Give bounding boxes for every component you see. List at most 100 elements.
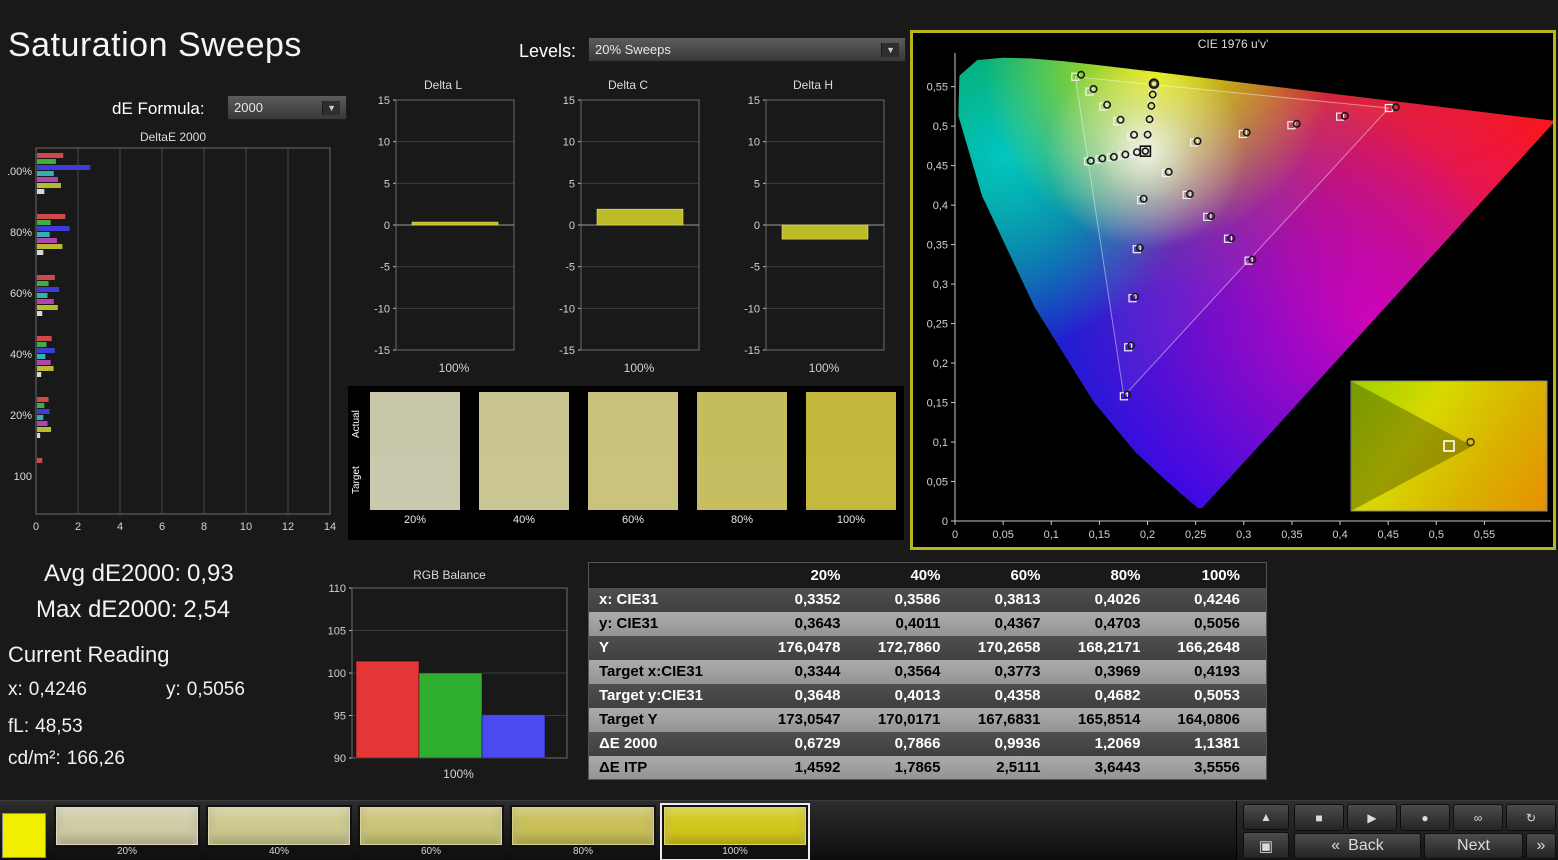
column-header: 80% bbox=[1066, 562, 1167, 588]
svg-text:40%: 40% bbox=[10, 349, 32, 361]
row-label: Target y:CIE31 bbox=[588, 683, 767, 708]
row-label: Y bbox=[588, 635, 767, 660]
current-y: y: 0,5056 bbox=[166, 679, 251, 701]
column-header: 100% bbox=[1166, 562, 1267, 588]
cell: 0,4703 bbox=[1066, 611, 1167, 636]
svg-text:0: 0 bbox=[952, 529, 958, 541]
svg-text:15: 15 bbox=[378, 95, 390, 107]
x-label: x: bbox=[8, 679, 23, 700]
back-label: Back bbox=[1348, 837, 1384, 854]
loop-button[interactable]: ∞ bbox=[1453, 804, 1503, 831]
level-swatch-label: 40% bbox=[268, 846, 289, 857]
levels-label: Levels: bbox=[519, 41, 577, 61]
stop-button[interactable]: ■ bbox=[1294, 804, 1344, 831]
table-row: y: CIE31 0,3643 0,4011 0,4367 0,4703 0,5056 bbox=[588, 611, 1267, 636]
de-formula-select[interactable]: 2000 ▼ bbox=[227, 95, 347, 120]
app-root: Saturation Sweeps Levels: 20% Sweeps ▼ d… bbox=[0, 0, 1558, 860]
cell: 0,3643 bbox=[766, 611, 867, 636]
table-row: Y 176,0478 172,7860 170,2658 168,2171 166,264… bbox=[588, 635, 1267, 660]
max-de2000: Max dE2000: 2,54 bbox=[36, 596, 236, 624]
level-swatch-label: 100% bbox=[722, 846, 748, 857]
target-label: Target bbox=[351, 466, 362, 494]
back-button[interactable]: « Back bbox=[1294, 833, 1421, 859]
cell: 165,8514 bbox=[1066, 707, 1167, 732]
svg-text:0,05: 0,05 bbox=[992, 529, 1013, 541]
cell: 0,9936 bbox=[966, 731, 1067, 756]
svg-text:80%: 80% bbox=[10, 227, 32, 239]
cell: 0,3352 bbox=[766, 587, 867, 612]
cell: 0,7866 bbox=[866, 731, 967, 756]
cell: 0,4358 bbox=[966, 683, 1067, 708]
target-swatch bbox=[588, 456, 678, 510]
expand-button[interactable]: ▲ bbox=[1243, 804, 1289, 830]
svg-text:5: 5 bbox=[384, 178, 390, 190]
actual-target-swatch-panel: Actual Target 20% 40% 60% 80% 100% bbox=[348, 386, 904, 540]
cell: 0,6729 bbox=[766, 731, 867, 756]
cell: 1,4592 bbox=[766, 755, 867, 780]
level-swatch-label: 60% bbox=[420, 846, 441, 857]
next-button[interactable]: Next bbox=[1424, 833, 1523, 859]
delta-l-xlabel: 100% bbox=[438, 361, 470, 375]
delta-l-plot: 15 10 5 0 -5 -10 -15 bbox=[374, 95, 515, 357]
svg-text:0,25: 0,25 bbox=[1185, 529, 1206, 541]
swatch-80% bbox=[697, 392, 787, 510]
svg-text:0,25: 0,25 bbox=[927, 319, 948, 331]
level-swatch-20%[interactable]: 20% bbox=[54, 805, 200, 859]
level-swatch-color bbox=[56, 807, 198, 845]
svg-text:0,55: 0,55 bbox=[1474, 529, 1495, 541]
svg-text:5: 5 bbox=[569, 178, 575, 190]
level-swatch-color bbox=[664, 807, 806, 845]
de-formula-label: dE Formula: bbox=[112, 99, 205, 118]
actual-swatch bbox=[697, 392, 787, 456]
record-button[interactable]: ● bbox=[1400, 804, 1450, 831]
levels-select[interactable]: 20% Sweeps ▼ bbox=[588, 37, 906, 62]
column-header: 20% bbox=[766, 562, 867, 588]
max-de2000-label: Max dE2000: bbox=[36, 596, 178, 623]
cell: 1,1381 bbox=[1166, 731, 1267, 756]
rgb-balance-xlabel: 100% bbox=[443, 767, 474, 781]
bar-group-100 bbox=[37, 458, 43, 463]
cell: 172,7860 bbox=[866, 635, 967, 660]
cell: 173,0547 bbox=[766, 707, 867, 732]
cell: 167,6831 bbox=[966, 707, 1067, 732]
table-row: Target Y 173,0547 170,0171 167,6831 165,8514… bbox=[588, 707, 1267, 732]
svg-text:0,35: 0,35 bbox=[927, 240, 948, 252]
swatch-label: 60% bbox=[621, 514, 645, 526]
next-chevron-button[interactable]: » bbox=[1526, 833, 1556, 859]
level-swatch-80%[interactable]: 80% bbox=[510, 805, 656, 859]
svg-text:0,3: 0,3 bbox=[1236, 529, 1251, 541]
chevrons-left-icon: « bbox=[1331, 837, 1341, 854]
svg-text:10: 10 bbox=[378, 137, 390, 149]
cell: 0,4026 bbox=[1066, 587, 1167, 612]
refresh-button[interactable]: ↻ bbox=[1506, 804, 1556, 831]
svg-text:0,2: 0,2 bbox=[933, 358, 948, 370]
actual-swatch bbox=[479, 392, 569, 456]
red-bar bbox=[355, 660, 420, 759]
delta-h-chart: Delta H 15 10 5 0 -5 -10 -15 100% bbox=[738, 78, 888, 378]
svg-text:10: 10 bbox=[563, 137, 575, 149]
cell: 1,2069 bbox=[1066, 731, 1167, 756]
level-swatch-40%[interactable]: 40% bbox=[206, 805, 352, 859]
chevrons-right-icon: » bbox=[1536, 837, 1546, 854]
level-swatch-color bbox=[208, 807, 350, 845]
swatch-20% bbox=[370, 392, 460, 510]
svg-text:60%: 60% bbox=[10, 288, 32, 300]
actual-swatch bbox=[370, 392, 460, 456]
swatch-40% bbox=[479, 392, 569, 510]
play-button[interactable]: ▶ bbox=[1347, 804, 1397, 831]
row-label: Target x:CIE31 bbox=[588, 659, 767, 684]
svg-text:0,1: 0,1 bbox=[1044, 529, 1059, 541]
svg-text:0,1: 0,1 bbox=[933, 437, 948, 449]
bottom-bar: 20% 40% 60% 80% 100% ▲ ▣ ■ ▶ ● ∞ ↻ « Back Next » bbox=[0, 800, 1558, 860]
display-button[interactable]: ▣ bbox=[1243, 832, 1289, 859]
svg-text:-10: -10 bbox=[374, 303, 390, 315]
svg-text:6: 6 bbox=[159, 521, 165, 533]
svg-text:95: 95 bbox=[334, 711, 346, 723]
level-swatch-60%[interactable]: 60% bbox=[358, 805, 504, 859]
svg-text:0,4: 0,4 bbox=[1332, 529, 1347, 541]
level-swatch-color bbox=[512, 807, 654, 845]
y-label: y: bbox=[166, 679, 181, 700]
cell: 170,2658 bbox=[966, 635, 1067, 660]
chevron-down-icon: ▼ bbox=[881, 42, 899, 57]
level-swatch-100%[interactable]: 100% bbox=[660, 803, 810, 860]
